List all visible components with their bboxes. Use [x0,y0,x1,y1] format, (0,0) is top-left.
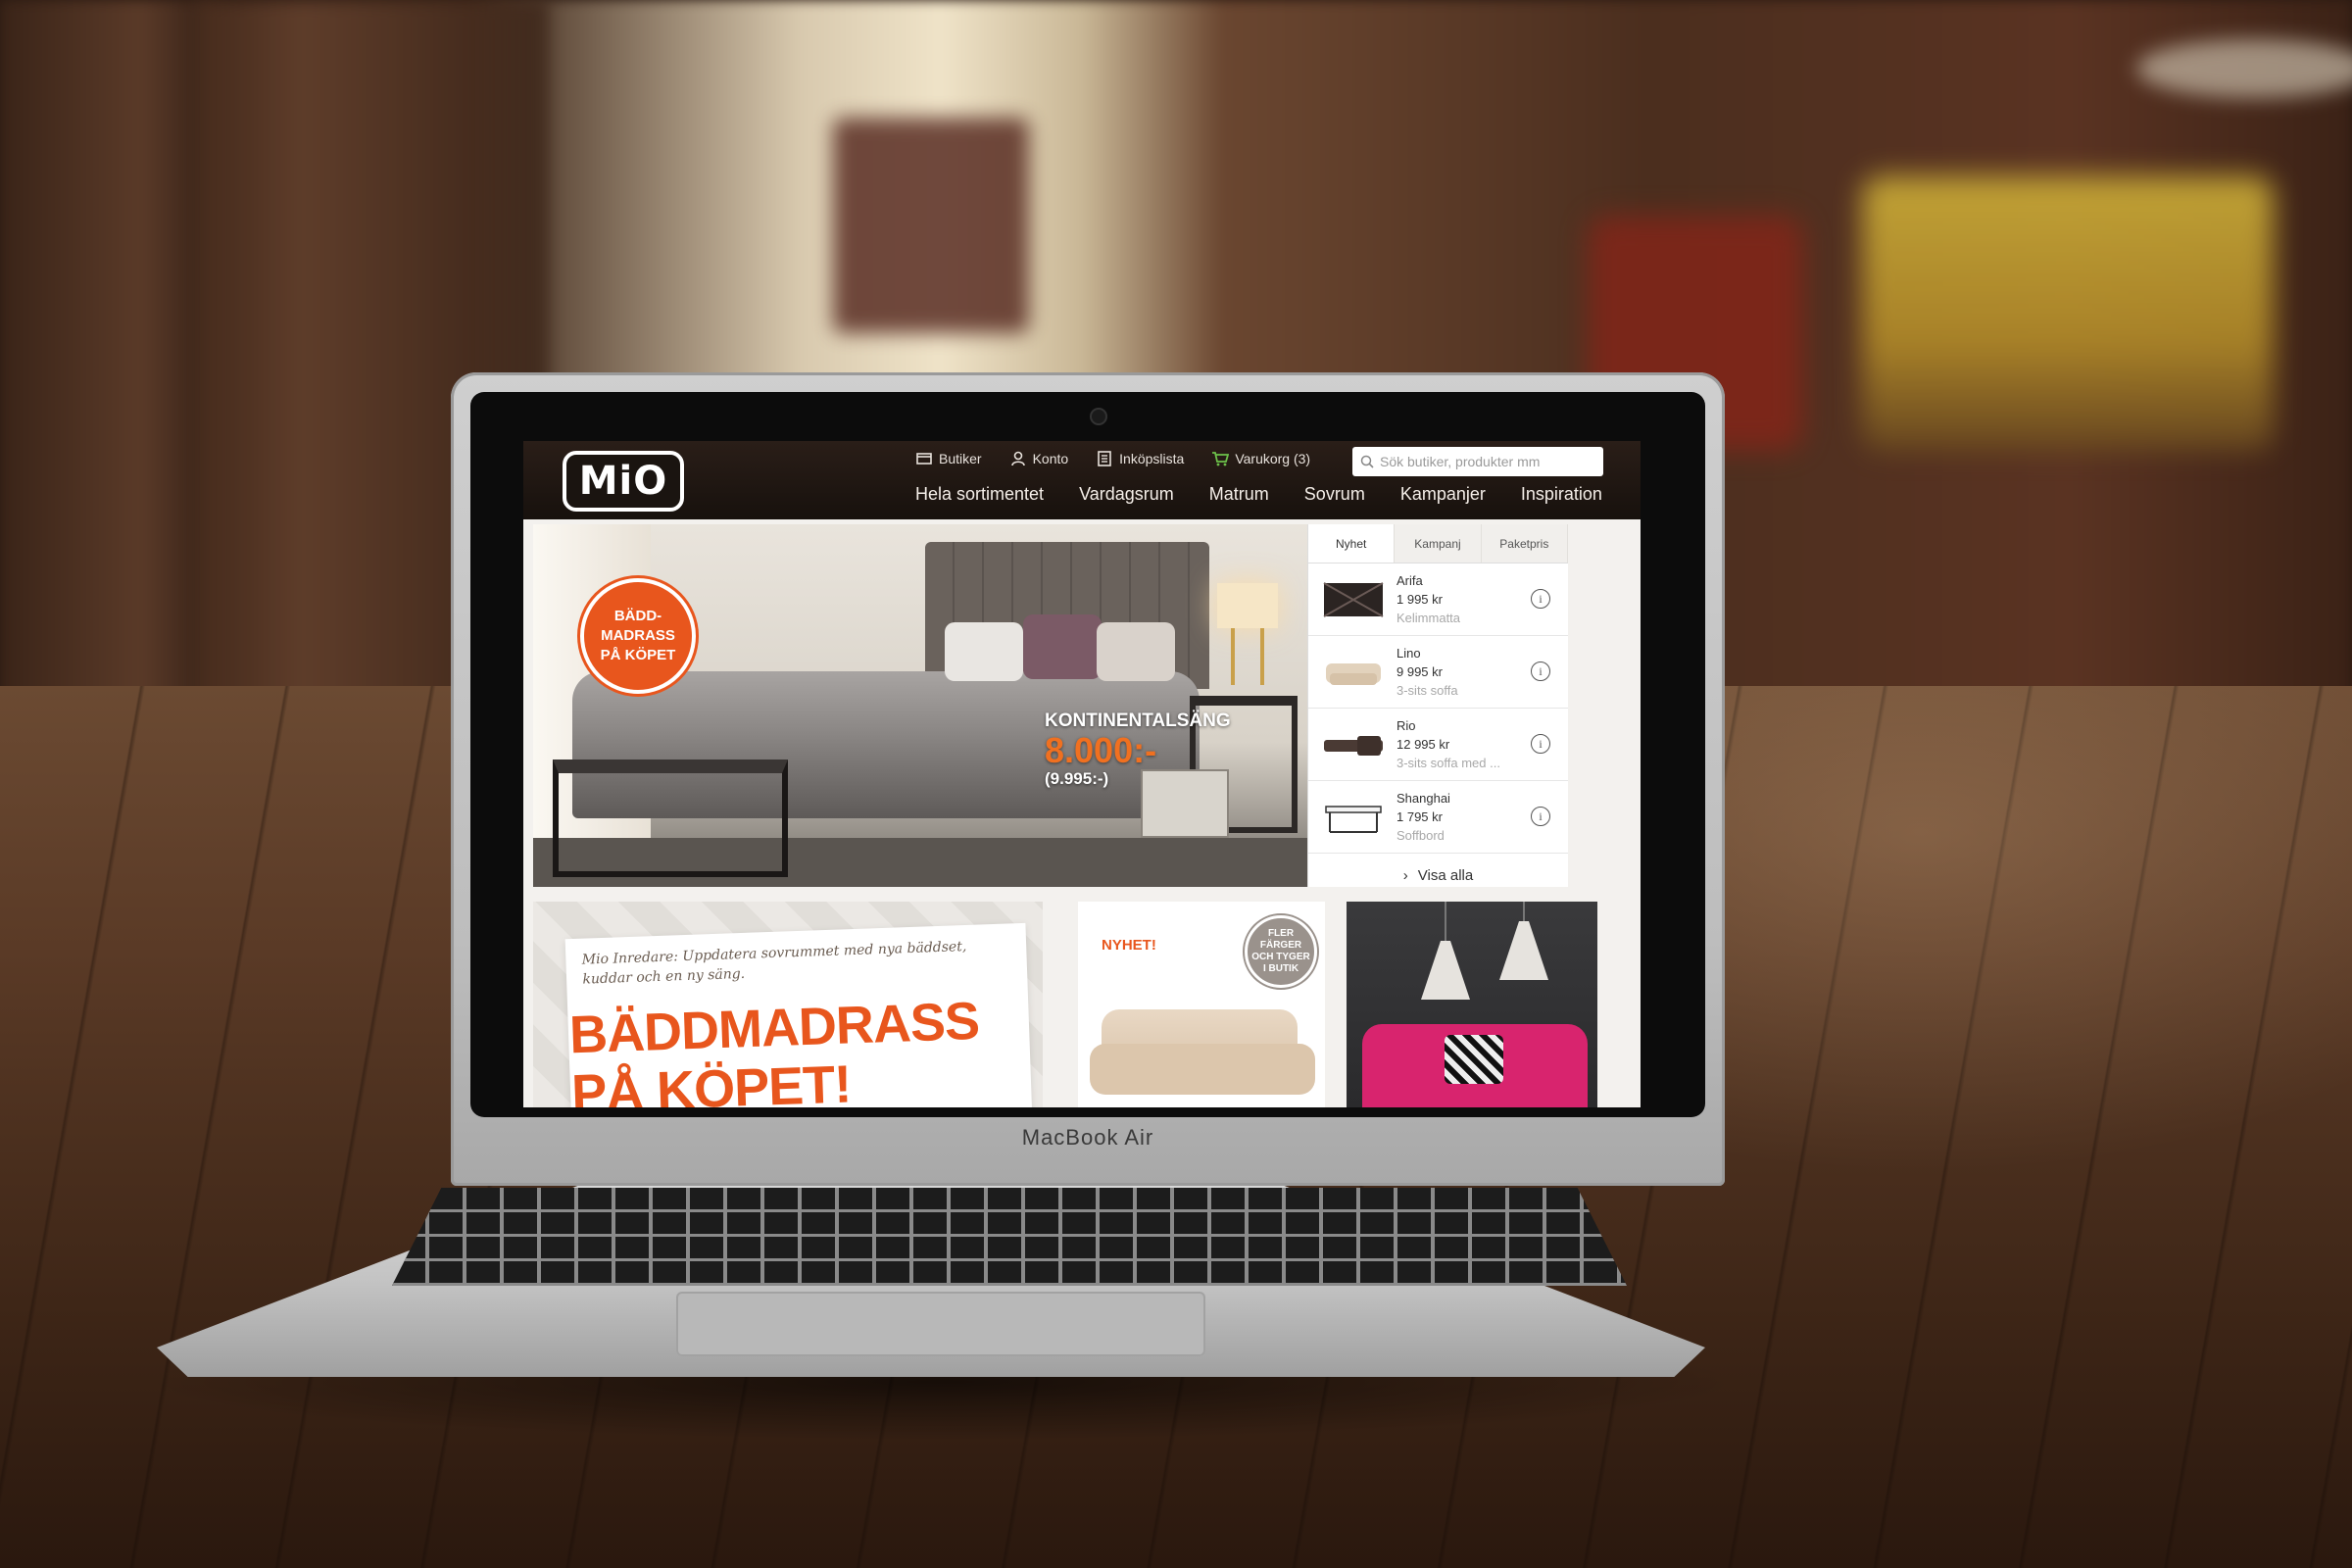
hero-banner[interactable]: BÄDD- MADRASS PÅ KÖPET KONTINENTALSÄNG 8… [533,524,1307,887]
product-item[interactable]: Shanghai 1 795 kr Soffbord i [1308,781,1568,854]
nav-inspiration[interactable]: Inspiration [1521,484,1602,505]
nav-living-room[interactable]: Vardagsrum [1079,484,1174,505]
stores-label: Butiker [939,451,982,466]
panel-tabs: Nyhet Kampanj Paketpris [1308,524,1568,564]
search-box[interactable] [1352,447,1603,476]
badge-line: OCH TYGER [1251,952,1310,962]
product-category: Kelimmatta [1396,611,1461,625]
site-header: MiO Butiker Konto Inköpslista Varukorg (… [523,441,1641,519]
cart-link[interactable]: Varukorg (3) [1211,451,1310,466]
pendant-cord [1445,902,1446,941]
info-icon[interactable]: i [1531,589,1550,609]
account-label: Konto [1032,451,1069,466]
coffee-table-thumbnail [1325,805,1382,833]
shopping-list-label: Inköpslista [1119,451,1185,466]
utility-bar: Butiker Konto Inköpslista Varukorg (3) [915,451,1310,466]
product-info: Arifa 1 995 kr Kelimmatta [1396,571,1460,627]
product-info: Rio 12 995 kr 3-sits soffa med ... [1396,716,1500,772]
stores-link[interactable]: Butiker [915,451,982,466]
nav-dining-room[interactable]: Matrum [1209,484,1269,505]
cushion-image [1445,1035,1503,1084]
badge-line: I BUTIK [1262,963,1299,974]
hero-price-was: (9.995:-) [1045,769,1109,788]
chevron-right-icon: › [1402,866,1408,884]
product-category: 3-sits soffa med ... [1396,756,1500,770]
promo-tile-mattress[interactable]: Mio Inredare: Uppdatera sovrummet med ny… [533,902,1043,1107]
product-category: 3-sits soffa [1396,683,1458,698]
product-info: Lino 9 995 kr 3-sits soffa [1396,644,1458,700]
shopping-list-link[interactable]: Inköpslista [1096,451,1184,466]
promo-tile-sofa[interactable]: NYHET! FLER FÄRGER OCH TYGER I BUTIK [1078,902,1325,1107]
product-info: Shanghai 1 795 kr Soffbord [1396,789,1450,845]
cart-icon [1212,452,1230,466]
info-icon[interactable]: i [1531,734,1550,754]
info-icon[interactable]: i [1531,662,1550,681]
account-link[interactable]: Konto [1009,451,1069,466]
hero-product-title: KONTINENTALSÄNG [1045,710,1231,731]
search-icon [1360,455,1374,468]
sofa-thumbnail [1326,662,1381,685]
pendant-cord [1523,902,1525,921]
hero-price-now: 8.000:- [1045,730,1157,770]
promo-badge-line: PÅ KÖPET [600,647,676,663]
promo-badge-line: BÄDD- [613,608,662,624]
camera-icon [1092,410,1105,423]
cart-label: Varukorg (3) [1235,451,1311,466]
sofa-thumbnail [1324,735,1383,756]
search-input[interactable] [1380,454,1595,469]
product-item[interactable]: Arifa 1 995 kr Kelimmatta i [1308,564,1568,636]
product-price: 12 995 kr [1396,737,1450,752]
main-nav: Hela sortimentet Vardagsrum Matrum Sovru… [915,484,1602,505]
pillow-image [1023,614,1102,679]
pendant-lamp-image [1499,921,1548,980]
product-category: Soffbord [1396,828,1445,843]
nav-bedroom[interactable]: Sovrum [1304,484,1365,505]
lamp-shade-image [1217,583,1278,628]
new-label: NYHET! [1102,937,1156,954]
show-all-label: Visa alla [1417,866,1474,884]
promo-badge-line: MADRASS [601,627,675,644]
product-name: Arifa [1396,573,1423,588]
blurred-chair [833,118,1029,333]
tab-new[interactable]: Nyhet [1308,524,1396,563]
promo-tile-armchair[interactable] [1347,902,1597,1107]
info-icon[interactable]: i [1531,807,1550,826]
promo-badge: BÄDD- MADRASS PÅ KÖPET [580,578,696,694]
rug-thumbnail [1323,581,1384,617]
product-price: 1 795 kr [1396,809,1443,824]
tab-package-price[interactable]: Paketpris [1481,524,1568,563]
more-colors-badge: FLER FÄRGER OCH TYGER I BUTIK [1245,915,1317,988]
blurred-yellow-sofa [1862,176,2274,451]
hero-price-block: KONTINENTALSÄNG 8.000:- (9.995:-) [1045,710,1231,789]
product-name: Shanghai [1396,791,1450,806]
nav-all-products[interactable]: Hela sortimentet [915,484,1044,505]
store-icon [916,453,932,465]
lamp-base-image [1231,628,1264,685]
mio-logo[interactable]: MiO [563,451,684,512]
trackpad [676,1292,1205,1356]
pillow-image [945,622,1023,681]
product-price: 1 995 kr [1396,592,1443,607]
promo-headline: BÄDDMADRASS PÅ KÖPET! [568,990,1043,1107]
badge-line: FLER [1267,928,1295,939]
badge-line: FÄRGER [1259,940,1302,951]
sofa-seat-image [1090,1044,1315,1095]
tab-campaign[interactable]: Kampanj [1395,524,1482,563]
product-item[interactable]: Rio 12 995 kr 3-sits soffa med ... i [1308,709,1568,781]
nav-campaigns[interactable]: Kampanjer [1400,484,1486,505]
website-screen: MiO Butiker Konto Inköpslista Varukorg (… [523,441,1641,1107]
laptop-model-label: MacBook Air [1021,1125,1154,1150]
product-item[interactable]: Lino 9 995 kr 3-sits soffa i [1308,636,1568,709]
bench-image [553,760,788,877]
list-icon [1098,451,1111,466]
keyboard-rows [392,1188,1627,1286]
product-name: Lino [1396,646,1421,661]
product-price: 9 995 kr [1396,664,1443,679]
show-all-link[interactable]: › Visa alla [1308,854,1568,897]
user-icon [1010,451,1025,466]
product-panel: Nyhet Kampanj Paketpris Arifa 1 995 kr K… [1307,524,1568,887]
pendant-lamp-image [1421,941,1470,1000]
product-name: Rio [1396,718,1416,733]
pillow-image [1097,622,1175,681]
